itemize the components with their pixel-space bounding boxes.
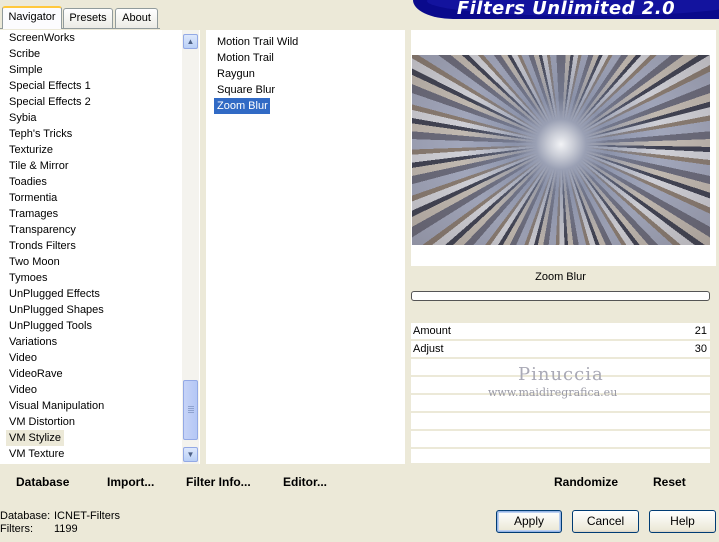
category-list[interactable]: ScreenWorks Scribe Simple Special Effects 1… (0, 30, 182, 464)
category-item[interactable]: Teph's Tricks (0, 126, 182, 142)
filter-item-selected[interactable]: Zoom Blur (214, 98, 270, 114)
filters-count: 1199 (54, 523, 78, 535)
category-item[interactable]: Simple (0, 62, 182, 78)
category-item[interactable]: Tymoes (0, 270, 182, 286)
param-empty-row (411, 449, 710, 463)
category-item[interactable]: UnPlugged Tools (0, 318, 182, 334)
database-label: Database: (0, 510, 51, 522)
database-button[interactable]: Database (16, 475, 69, 489)
title-banner: Filters Unlimited 2.0 (413, 0, 719, 19)
category-item[interactable]: Variations (0, 334, 182, 350)
category-item[interactable]: Special Effects 2 (0, 94, 182, 110)
filter-info-button[interactable]: Filter Info... (186, 475, 251, 489)
filters-label: Filters: (0, 523, 33, 535)
preview-image (412, 55, 710, 245)
tab-presets[interactable]: Presets (63, 8, 113, 28)
import-button[interactable]: Import... (107, 475, 154, 489)
app-title: Filters Unlimited 2.0 (456, 0, 676, 19)
param-amount[interactable]: Amount 21 (411, 323, 710, 339)
param-label: Amount (413, 325, 451, 337)
randomize-button[interactable]: Randomize (554, 475, 618, 489)
editor-button[interactable]: Editor... (283, 475, 327, 489)
category-item[interactable]: VM Distortion (0, 414, 182, 430)
category-item[interactable]: Tormentia (0, 190, 182, 206)
reset-button[interactable]: Reset (653, 475, 686, 489)
category-item[interactable]: Special Effects 1 (0, 78, 182, 94)
param-label: Adjust (413, 343, 444, 355)
database-value: ICNET-Filters (54, 510, 120, 522)
category-item[interactable]: Scribe (0, 46, 182, 62)
param-empty-row (411, 413, 710, 429)
cancel-button[interactable]: Cancel (572, 510, 639, 533)
tab-navigator[interactable]: Navigator (2, 6, 62, 29)
tab-about[interactable]: About (115, 8, 158, 28)
category-item[interactable]: UnPlugged Shapes (0, 302, 182, 318)
progress-bar (411, 291, 710, 301)
watermark-name: Pinuccia (518, 364, 604, 385)
category-scrollbar[interactable]: ▲ ▼ (182, 30, 199, 464)
category-item[interactable]: Video (0, 350, 182, 366)
category-item[interactable]: Tile & Mirror (0, 158, 182, 174)
filter-item[interactable]: Motion Trail (214, 50, 274, 66)
help-button[interactable]: Help (649, 510, 716, 533)
category-item[interactable]: Tronds Filters (0, 238, 182, 254)
category-item-selected[interactable]: VM Stylize (6, 430, 64, 446)
category-item[interactable]: Transparency (0, 222, 182, 238)
param-adjust[interactable]: Adjust 30 (411, 341, 710, 357)
watermark-site: www.maidiregrafica.eu (488, 386, 618, 399)
apply-button[interactable]: Apply (496, 510, 562, 533)
scroll-thumb[interactable] (183, 380, 198, 440)
filter-item[interactable]: Raygun (214, 66, 255, 82)
category-item[interactable]: Two Moon (0, 254, 182, 270)
filter-item[interactable]: Square Blur (214, 82, 275, 98)
category-item[interactable]: VideoRave (0, 366, 182, 382)
category-item[interactable]: Toadies (0, 174, 182, 190)
category-item[interactable]: Tramages (0, 206, 182, 222)
scroll-up-button[interactable]: ▲ (183, 34, 198, 49)
filter-item[interactable]: Motion Trail Wild (214, 34, 298, 50)
preview-filter-name: Zoom Blur (535, 271, 586, 283)
param-value: 21 (694, 325, 707, 337)
category-item[interactable]: UnPlugged Effects (0, 286, 182, 302)
category-item[interactable]: ScreenWorks (0, 30, 182, 46)
category-item[interactable]: VM Texture (0, 446, 182, 462)
scroll-down-button[interactable]: ▼ (183, 447, 198, 462)
param-value: 30 (694, 343, 707, 355)
category-item[interactable]: Visual Manipulation (0, 398, 182, 414)
category-item[interactable]: Video (0, 382, 182, 398)
category-item[interactable]: Sybia (0, 110, 182, 126)
param-empty-row (411, 431, 710, 447)
category-item[interactable]: Texturize (0, 142, 182, 158)
